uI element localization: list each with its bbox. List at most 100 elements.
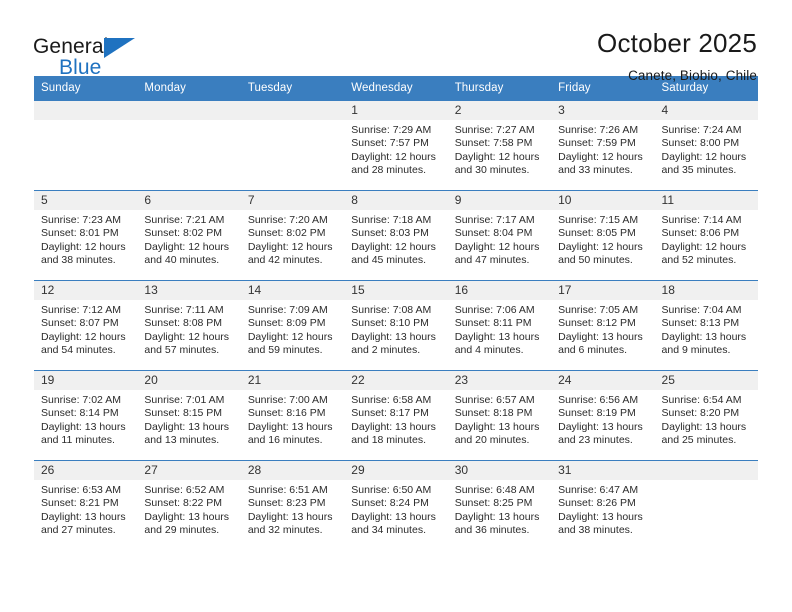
day-details: Sunrise: 7:29 AM Sunset: 7:57 PM Daylight:… bbox=[344, 120, 447, 178]
calendar-week-row: 26 Sunrise: 6:53 AM Sunset: 8:21 PM Dayligh… bbox=[34, 460, 758, 551]
daylight-duration-line2: and 57 minutes. bbox=[144, 344, 220, 357]
sunset-time: Sunset: 8:10 PM bbox=[351, 317, 429, 330]
day-details: Sunrise: 7:23 AM Sunset: 8:01 PM Daylight:… bbox=[34, 210, 137, 268]
daylight-duration-line1: Daylight: 13 hours bbox=[454, 330, 540, 343]
sunset-time: Sunset: 8:25 PM bbox=[454, 497, 533, 510]
day-number: 29 bbox=[344, 461, 448, 480]
calendar-day-cell[interactable]: 25 Sunrise: 6:54 AM Sunset: 8:20 PM Dayligh… bbox=[654, 370, 758, 461]
daylight-duration-line2: and 40 minutes. bbox=[144, 254, 220, 267]
daylight-duration-line1: Daylight: 13 hours bbox=[558, 330, 643, 343]
day-number: 10 bbox=[551, 191, 655, 210]
daylight-duration-line2: and 54 minutes. bbox=[41, 344, 116, 357]
calendar-day-cell[interactable]: 24 Sunrise: 6:56 AM Sunset: 8:19 PM Dayligh… bbox=[551, 370, 655, 461]
daylight-duration-line1: Daylight: 13 hours bbox=[351, 420, 436, 433]
daylight-duration-line1: Daylight: 12 hours bbox=[41, 240, 126, 253]
daylight-duration-line2: and 36 minutes. bbox=[454, 524, 530, 537]
calendar-day-cell[interactable]: 14 Sunrise: 7:09 AM Sunset: 8:09 PM Dayligh… bbox=[240, 280, 345, 371]
day-number: 16 bbox=[447, 281, 552, 300]
day-details: Sunrise: 7:21 AM Sunset: 8:02 PM Daylight:… bbox=[137, 210, 240, 268]
calendar-day-cell[interactable]: 11 Sunrise: 7:14 AM Sunset: 8:06 PM Dayligh… bbox=[654, 190, 758, 281]
daylight-duration-line1: Daylight: 13 hours bbox=[144, 420, 230, 433]
day-details: Sunrise: 6:51 AM Sunset: 8:23 PM Daylight:… bbox=[241, 480, 344, 538]
sunrise-time: Sunrise: 7:09 AM bbox=[247, 304, 328, 316]
sunset-time: Sunset: 8:13 PM bbox=[661, 317, 740, 330]
sunrise-time: Sunrise: 7:00 AM bbox=[247, 394, 328, 406]
calendar-day-cell[interactable]: 28 Sunrise: 6:51 AM Sunset: 8:23 PM Dayligh… bbox=[240, 460, 345, 551]
calendar-day-cell-empty bbox=[654, 460, 758, 551]
daylight-duration-line2: and 52 minutes. bbox=[661, 254, 737, 267]
day-number bbox=[34, 101, 138, 120]
day-details: Sunrise: 6:48 AM Sunset: 8:25 PM Daylight:… bbox=[448, 480, 551, 538]
sunset-time: Sunset: 8:06 PM bbox=[661, 227, 740, 240]
calendar-day-cell[interactable]: 27 Sunrise: 6:52 AM Sunset: 8:22 PM Dayligh… bbox=[137, 460, 241, 551]
daylight-duration-line2: and 30 minutes. bbox=[454, 164, 530, 177]
calendar-day-cell[interactable]: 4 Sunrise: 7:24 AM Sunset: 8:00 PM Daylight… bbox=[654, 100, 758, 191]
day-details: Sunrise: 7:09 AM Sunset: 8:09 PM Daylight:… bbox=[241, 300, 344, 358]
day-number: 15 bbox=[344, 281, 448, 300]
sunrise-time: Sunrise: 6:54 AM bbox=[661, 394, 742, 406]
calendar-day-cell[interactable]: 18 Sunrise: 7:04 AM Sunset: 8:13 PM Dayligh… bbox=[654, 280, 758, 371]
calendar-day-cell[interactable]: 7 Sunrise: 7:20 AM Sunset: 8:02 PM Daylight… bbox=[240, 190, 345, 281]
calendar-day-cell[interactable]: 9 Sunrise: 7:17 AM Sunset: 8:04 PM Daylight… bbox=[447, 190, 552, 281]
daylight-duration-line2: and 34 minutes. bbox=[351, 524, 426, 537]
daylight-duration-line1: Daylight: 13 hours bbox=[661, 330, 747, 343]
calendar-day-cell[interactable]: 13 Sunrise: 7:11 AM Sunset: 8:08 PM Dayligh… bbox=[137, 280, 241, 371]
sunset-time: Sunset: 8:15 PM bbox=[144, 407, 223, 420]
daylight-duration-line2: and 32 minutes. bbox=[247, 524, 323, 537]
sunrise-time: Sunrise: 6:57 AM bbox=[454, 394, 535, 406]
daylight-duration-line1: Daylight: 12 hours bbox=[247, 240, 333, 253]
calendar-day-cell[interactable]: 6 Sunrise: 7:21 AM Sunset: 8:02 PM Daylight… bbox=[137, 190, 241, 281]
sunrise-time: Sunrise: 6:52 AM bbox=[144, 484, 225, 496]
calendar-day-cell[interactable]: 15 Sunrise: 7:08 AM Sunset: 8:10 PM Dayligh… bbox=[344, 280, 448, 371]
sunrise-time: Sunrise: 6:51 AM bbox=[247, 484, 328, 496]
calendar-day-cell[interactable]: 12 Sunrise: 7:12 AM Sunset: 8:07 PM Dayligh… bbox=[34, 280, 138, 371]
weekday-header-tuesday: Tuesday bbox=[240, 76, 345, 101]
sunset-time: Sunset: 8:08 PM bbox=[144, 317, 223, 330]
sunrise-time: Sunrise: 7:17 AM bbox=[454, 214, 535, 226]
calendar-day-cell[interactable]: 23 Sunrise: 6:57 AM Sunset: 8:18 PM Dayligh… bbox=[447, 370, 552, 461]
daylight-duration-line1: Daylight: 13 hours bbox=[351, 330, 436, 343]
calendar-day-cell[interactable]: 29 Sunrise: 6:50 AM Sunset: 8:24 PM Dayligh… bbox=[344, 460, 448, 551]
calendar-day-cell[interactable]: 26 Sunrise: 6:53 AM Sunset: 8:21 PM Dayligh… bbox=[34, 460, 138, 551]
calendar-day-cell[interactable]: 21 Sunrise: 7:00 AM Sunset: 8:16 PM Dayligh… bbox=[240, 370, 345, 461]
day-details: Sunrise: 7:26 AM Sunset: 7:59 PM Daylight:… bbox=[551, 120, 654, 178]
day-details: Sunrise: 6:47 AM Sunset: 8:26 PM Daylight:… bbox=[551, 480, 654, 538]
day-number: 9 bbox=[447, 191, 552, 210]
calendar-day-cell[interactable]: 30 Sunrise: 6:48 AM Sunset: 8:25 PM Dayligh… bbox=[447, 460, 552, 551]
calendar-page: General Blue October 2025 Canete, Biobio… bbox=[0, 0, 792, 612]
day-number: 11 bbox=[654, 191, 758, 210]
calendar-day-cell[interactable]: 5 Sunrise: 7:23 AM Sunset: 8:01 PM Daylight… bbox=[34, 190, 138, 281]
calendar-day-cell[interactable]: 10 Sunrise: 7:15 AM Sunset: 8:05 PM Dayligh… bbox=[551, 190, 655, 281]
daylight-duration-line2: and 38 minutes. bbox=[558, 524, 633, 537]
day-details: Sunrise: 7:08 AM Sunset: 8:10 PM Daylight:… bbox=[344, 300, 447, 358]
sunset-time: Sunset: 8:04 PM bbox=[454, 227, 533, 240]
daylight-duration-line2: and 20 minutes. bbox=[454, 434, 530, 447]
day-details: Sunrise: 7:12 AM Sunset: 8:07 PM Daylight:… bbox=[34, 300, 137, 358]
calendar-day-cell[interactable]: 22 Sunrise: 6:58 AM Sunset: 8:17 PM Dayligh… bbox=[344, 370, 448, 461]
sunset-time: Sunset: 8:24 PM bbox=[351, 497, 429, 510]
calendar-week-row: 12 Sunrise: 7:12 AM Sunset: 8:07 PM Dayligh… bbox=[34, 280, 758, 371]
daylight-duration-line1: Daylight: 13 hours bbox=[558, 420, 643, 433]
day-number: 2 bbox=[447, 101, 552, 120]
calendar-day-cell[interactable]: 19 Sunrise: 7:02 AM Sunset: 8:14 PM Dayligh… bbox=[34, 370, 138, 461]
calendar-day-cell[interactable]: 31 Sunrise: 6:47 AM Sunset: 8:26 PM Dayligh… bbox=[551, 460, 655, 551]
day-number bbox=[654, 461, 758, 480]
daylight-duration-line1: Daylight: 13 hours bbox=[454, 510, 540, 523]
daylight-duration-line2: and 45 minutes. bbox=[351, 254, 426, 267]
sunset-time: Sunset: 8:14 PM bbox=[41, 407, 119, 420]
daylight-duration-line1: Daylight: 13 hours bbox=[558, 510, 643, 523]
sunset-time: Sunset: 8:17 PM bbox=[351, 407, 429, 420]
daylight-duration-line2: and 42 minutes. bbox=[247, 254, 323, 267]
location-subtitle: Canete, Biobio, Chile bbox=[628, 68, 757, 84]
sunrise-time: Sunrise: 7:02 AM bbox=[41, 394, 121, 406]
daylight-duration-line1: Daylight: 12 hours bbox=[41, 330, 126, 343]
calendar-day-cell[interactable]: 16 Sunrise: 7:06 AM Sunset: 8:11 PM Dayligh… bbox=[447, 280, 552, 371]
calendar-day-cell[interactable]: 17 Sunrise: 7:05 AM Sunset: 8:12 PM Dayligh… bbox=[551, 280, 655, 371]
calendar-day-cell[interactable]: 1 Sunrise: 7:29 AM Sunset: 7:57 PM Daylight… bbox=[344, 100, 448, 191]
calendar-day-cell[interactable]: 3 Sunrise: 7:26 AM Sunset: 7:59 PM Daylight… bbox=[551, 100, 655, 191]
calendar-day-cell[interactable]: 2 Sunrise: 7:27 AM Sunset: 7:58 PM Daylight… bbox=[447, 100, 552, 191]
daylight-duration-line1: Daylight: 12 hours bbox=[454, 150, 540, 163]
sunset-time: Sunset: 8:21 PM bbox=[41, 497, 119, 510]
calendar-day-cell[interactable]: 20 Sunrise: 7:01 AM Sunset: 8:15 PM Dayligh… bbox=[137, 370, 241, 461]
calendar-day-cell[interactable]: 8 Sunrise: 7:18 AM Sunset: 8:03 PM Daylight… bbox=[344, 190, 448, 281]
